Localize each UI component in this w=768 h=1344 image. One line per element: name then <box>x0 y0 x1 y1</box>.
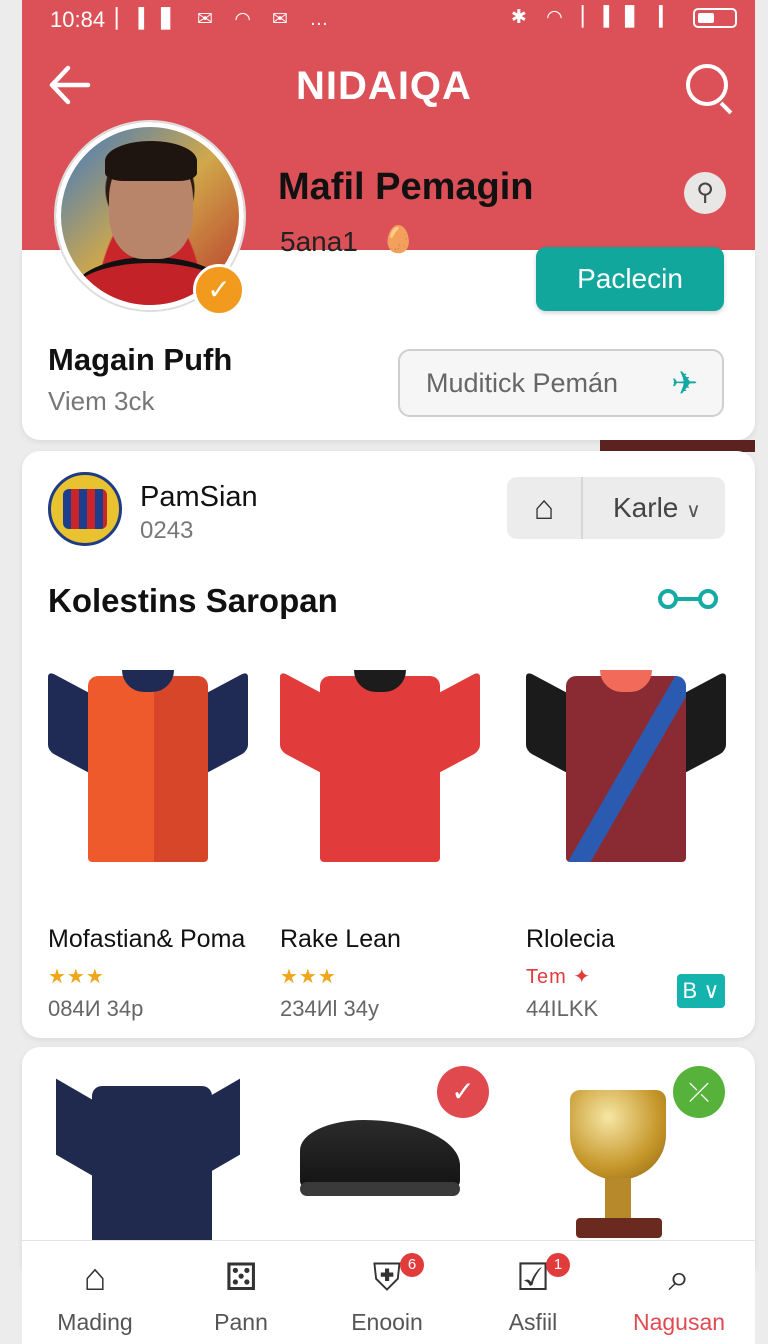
primary-action-button[interactable]: Paclecin <box>536 247 724 311</box>
nav-item-home[interactable]: ⌂ Mading <box>22 1241 168 1344</box>
nav-item-checklist[interactable]: ☑ 1 Asfiil <box>460 1241 606 1344</box>
trophy-image[interactable] <box>570 1090 666 1180</box>
boot-sole <box>300 1182 460 1196</box>
nav-label: Pann <box>214 1309 268 1335</box>
share-icon[interactable]: ⤫ <box>673 1066 725 1118</box>
jersey-image <box>280 668 480 864</box>
trophy-base <box>576 1218 662 1238</box>
filter-group: ⌂ Karle ∨ <box>507 477 725 539</box>
player-subtitle: Viem 3ck <box>48 386 155 416</box>
dice-icon: ⚄ <box>224 1257 258 1299</box>
bird-icon: ✈ <box>671 365 698 401</box>
trophy-stem <box>605 1178 631 1218</box>
checklist-icon: ☑ <box>515 1257 551 1299</box>
jersey-image <box>48 668 248 864</box>
user-icon[interactable]: ⚲ <box>684 172 726 214</box>
category-select-value: Karle <box>613 492 679 523</box>
search-icon[interactable] <box>686 64 728 106</box>
featured-jersey-image[interactable] <box>92 1086 212 1246</box>
profile-name: Mafil Pemagin <box>278 166 534 208</box>
nav-label: Asfiil <box>508 1309 558 1335</box>
nav-label: Enooin <box>351 1309 423 1335</box>
nav-label: Mading <box>57 1309 133 1335</box>
product-name: Mofastian& Poma <box>48 925 246 953</box>
chevron-down-icon: ∨ <box>686 500 701 522</box>
egg-icon: 🥚 <box>382 224 415 254</box>
avatar-hair <box>105 141 197 181</box>
club-crest-icon <box>63 489 107 529</box>
bottom-nav: ⌂ Mading ⚄ Pann ⛨ 6 Enooin ☑ 1 Asfiil ⌕ … <box>22 1240 755 1344</box>
status-time: 10:84 <box>50 7 106 32</box>
nav-item-dice[interactable]: ⚄ Pann <box>168 1241 314 1344</box>
club-name: PamSian <box>140 481 258 513</box>
product-rating: ★★★ <box>48 964 105 989</box>
star-rating: ★★★ <box>48 966 105 988</box>
nav-item-shield[interactable]: ⛨ 6 Enooin <box>314 1241 460 1344</box>
product-name: Rake Lean <box>280 925 401 953</box>
product-rating: Tem ✦ <box>526 964 591 989</box>
status-signal-icons: ▏▍▋ ✉ ◠ ✉ … <box>116 9 337 30</box>
page-title: NIDAIQA <box>296 64 472 108</box>
club-code: 0243 <box>140 517 194 544</box>
shield-icon: ⛨ <box>372 1257 402 1299</box>
notification-badge: 1 <box>546 1253 570 1277</box>
product-price: 084И 34p <box>48 996 144 1021</box>
size-select-badge[interactable]: B ∨ <box>677 974 725 1008</box>
profile-handle: 5ana1 <box>280 226 358 257</box>
check-icon[interactable]: ✓ <box>437 1066 489 1118</box>
home-icon[interactable]: ⌂ <box>507 477 583 539</box>
link-icon[interactable] <box>656 584 720 621</box>
status-right-icon-text: ✱ ◠ ▏▍▋ ▎ <box>510 7 681 28</box>
product-rating: ★★★ <box>280 964 337 989</box>
player-name: Magain Pufh <box>48 342 233 377</box>
product-price: 44ILKK <box>526 996 599 1021</box>
nav-label: Nagusan <box>632 1309 726 1335</box>
status-system-icons: ✱ ◠ ▏▍▋ ▎ <box>511 6 737 29</box>
nav-item-search[interactable]: ⌕ Nagusan <box>606 1241 752 1344</box>
status-bar: 10:84 ▏▍▋ ✉ ◠ ✉ … ✱ ◠ ▏▍▋ ▎ <box>22 0 755 40</box>
battery-icon <box>693 7 737 28</box>
secondary-action-button[interactable]: Muditick Pemán ✈ <box>398 349 724 417</box>
section-title: Kolestins Saropan <box>48 582 338 619</box>
notification-badge: 6 <box>400 1253 424 1277</box>
product-tag: Tem ✦ <box>526 966 592 988</box>
secondary-action-label: Muditick Pemán <box>426 368 619 398</box>
category-select[interactable]: Karle ∨ <box>585 477 725 539</box>
verified-check-icon: ✓ <box>193 264 245 316</box>
search-icon: ⌕ <box>668 1257 690 1299</box>
star-rating: ★★★ <box>280 966 337 988</box>
club-logo <box>48 472 122 546</box>
product-price: 234Иl 34y <box>280 996 379 1021</box>
jersey-image <box>526 668 726 864</box>
home-icon: ⌂ <box>83 1257 107 1299</box>
product-name: Rlolecia <box>526 925 615 953</box>
